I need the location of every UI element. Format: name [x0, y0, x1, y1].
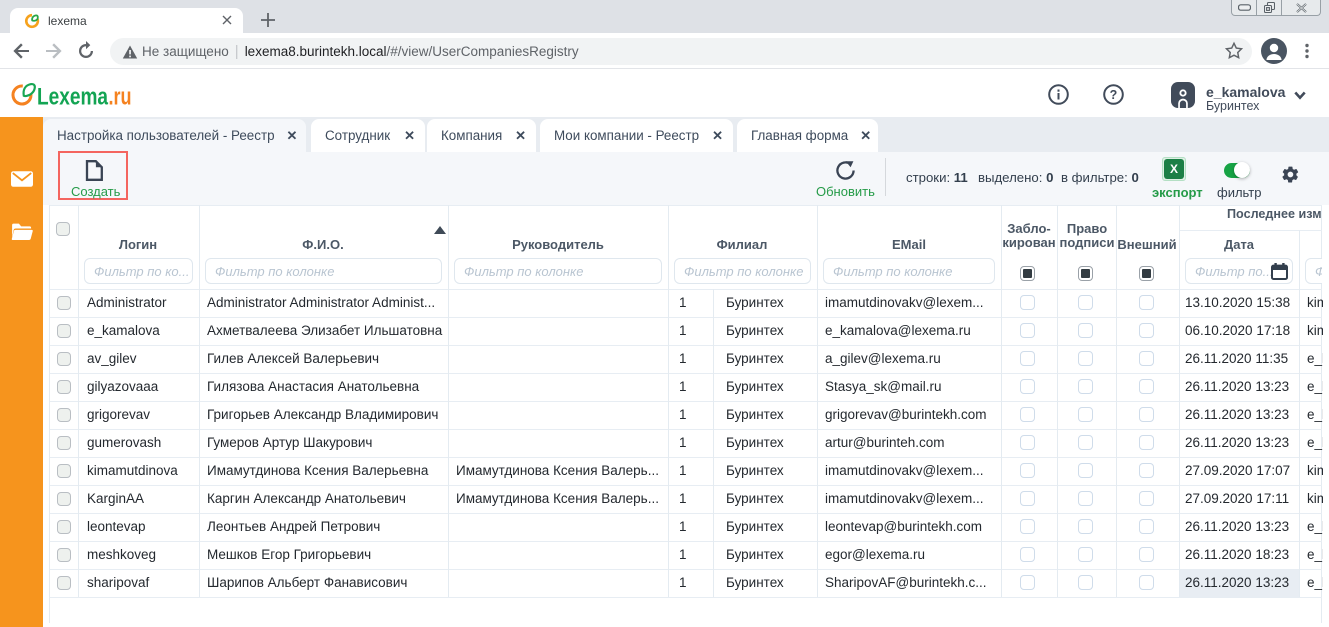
svg-text:Lexema: Lexema: [37, 84, 109, 111]
svg-text:?: ?: [1110, 88, 1118, 102]
svg-text:.ru: .ru: [109, 84, 132, 111]
